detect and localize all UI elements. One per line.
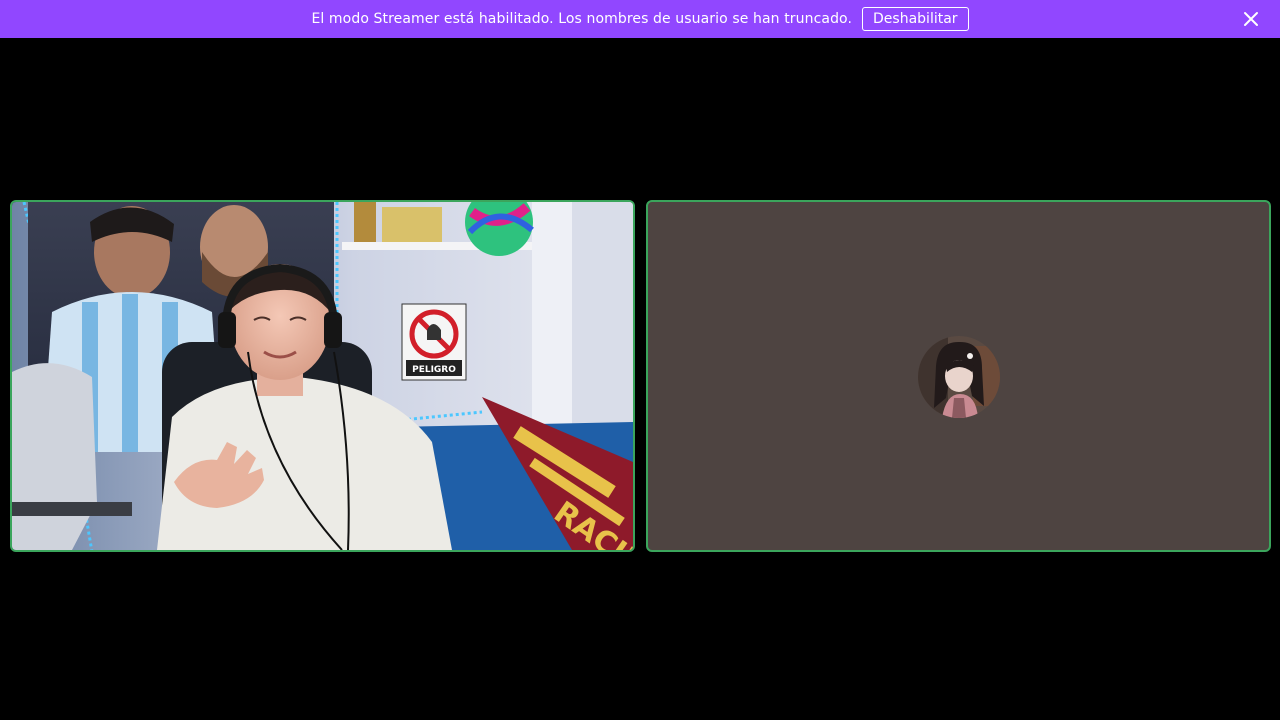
close-icon[interactable]: [1242, 10, 1260, 28]
disable-streamer-mode-button[interactable]: Deshabilitar: [862, 7, 969, 31]
participant-video-tile[interactable]: PELIGRO RACING: [10, 200, 635, 552]
sign-text: PELIGRO: [412, 365, 456, 375]
webcam-video: PELIGRO RACING: [12, 202, 633, 550]
participant-avatar-tile[interactable]: [646, 200, 1271, 552]
call-stage: PELIGRO RACING: [0, 38, 1280, 720]
avatar-image: [918, 336, 1000, 418]
user-avatar[interactable]: [918, 336, 1000, 418]
banner-message: El modo Streamer está habilitado. Los no…: [311, 11, 853, 27]
streamer-mode-banner: El modo Streamer está habilitado. Los no…: [0, 0, 1280, 38]
